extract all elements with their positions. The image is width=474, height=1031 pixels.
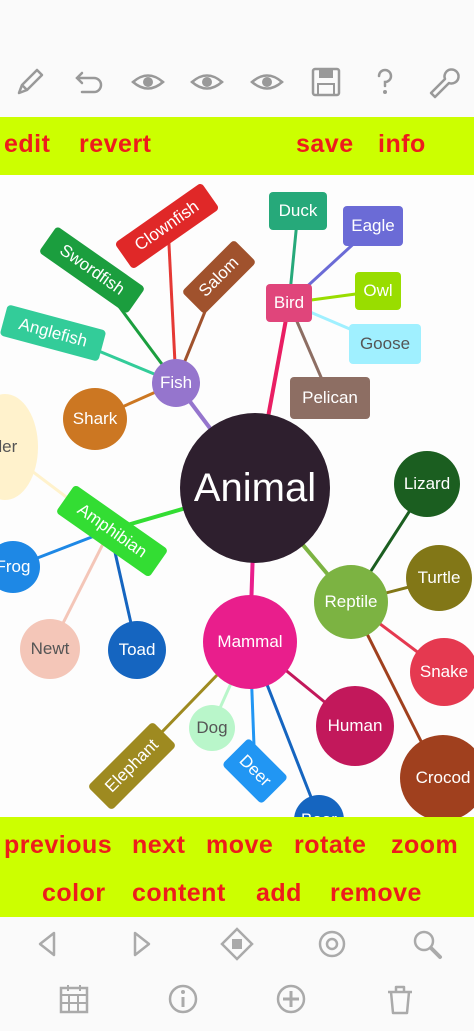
turtle-node[interactable]: Turtle (406, 545, 472, 611)
top-command-bar: edit revert save info (0, 117, 474, 175)
help-icon[interactable] (365, 62, 405, 102)
prev-arrow-icon[interactable] (27, 924, 67, 964)
newt-node[interactable]: Newt (20, 619, 80, 679)
snake-node[interactable]: Snake (410, 638, 474, 706)
lizard-node[interactable]: Lizard (394, 451, 460, 517)
reptile-node[interactable]: Reptile (314, 565, 388, 639)
info-icon[interactable] (163, 979, 203, 1019)
save-disk-icon[interactable] (306, 62, 346, 102)
mindmap-canvas[interactable]: Animal Fish Clownfish Swordfish Salom An… (0, 175, 474, 817)
dog-node[interactable]: Dog (189, 705, 235, 751)
bottom-command-bar: previous next move rotate zoom color con… (0, 817, 474, 917)
owl-node[interactable]: Owl (355, 272, 401, 310)
pencil-icon[interactable] (10, 62, 50, 102)
zoom-icon[interactable] (407, 924, 447, 964)
crocodile-node[interactable]: Crocod (400, 735, 474, 817)
goose-node[interactable]: Goose (349, 324, 421, 364)
previous-button[interactable]: previous (4, 831, 112, 860)
calendar-icon[interactable] (54, 979, 94, 1019)
rotate-icon[interactable] (312, 924, 352, 964)
add-button[interactable]: add (256, 879, 302, 908)
info-button[interactable]: info (378, 130, 426, 159)
zoom-button[interactable]: zoom (391, 831, 458, 860)
eagle-node[interactable]: Eagle (343, 206, 403, 246)
eye-icon[interactable] (187, 62, 227, 102)
remove-button[interactable]: remove (330, 879, 422, 908)
mammal-node[interactable]: Mammal (203, 595, 297, 689)
revert-button[interactable]: revert (79, 130, 152, 159)
color-button[interactable]: color (42, 879, 106, 908)
bird-node[interactable]: Bird (266, 284, 312, 322)
add-icon[interactable] (271, 979, 311, 1019)
top-toolbar (0, 54, 474, 110)
fish-node[interactable]: Fish (152, 359, 200, 407)
human-node[interactable]: Human (316, 686, 394, 766)
rotate-button[interactable]: rotate (294, 831, 366, 860)
root-node[interactable]: Animal (180, 413, 330, 563)
trash-icon[interactable] (380, 979, 420, 1019)
move-button[interactable]: move (206, 831, 273, 860)
edit-button[interactable]: edit (4, 130, 50, 159)
toad-node[interactable]: Toad (108, 621, 166, 679)
eye-icon[interactable] (128, 62, 168, 102)
bottom-icons-row1 (0, 921, 474, 967)
wrench-icon[interactable] (424, 62, 464, 102)
shark-node[interactable]: Shark (63, 388, 127, 450)
move-icon[interactable] (217, 924, 257, 964)
next-arrow-icon[interactable] (122, 924, 162, 964)
duck-node[interactable]: Duck (269, 192, 327, 230)
eye-icon[interactable] (247, 62, 287, 102)
content-button[interactable]: content (132, 879, 226, 908)
bottom-icons-row2 (0, 974, 474, 1024)
save-button[interactable]: save (296, 130, 354, 159)
pelican-node[interactable]: Pelican (290, 377, 370, 419)
undo-icon[interactable] (69, 62, 109, 102)
next-button[interactable]: next (132, 831, 185, 860)
